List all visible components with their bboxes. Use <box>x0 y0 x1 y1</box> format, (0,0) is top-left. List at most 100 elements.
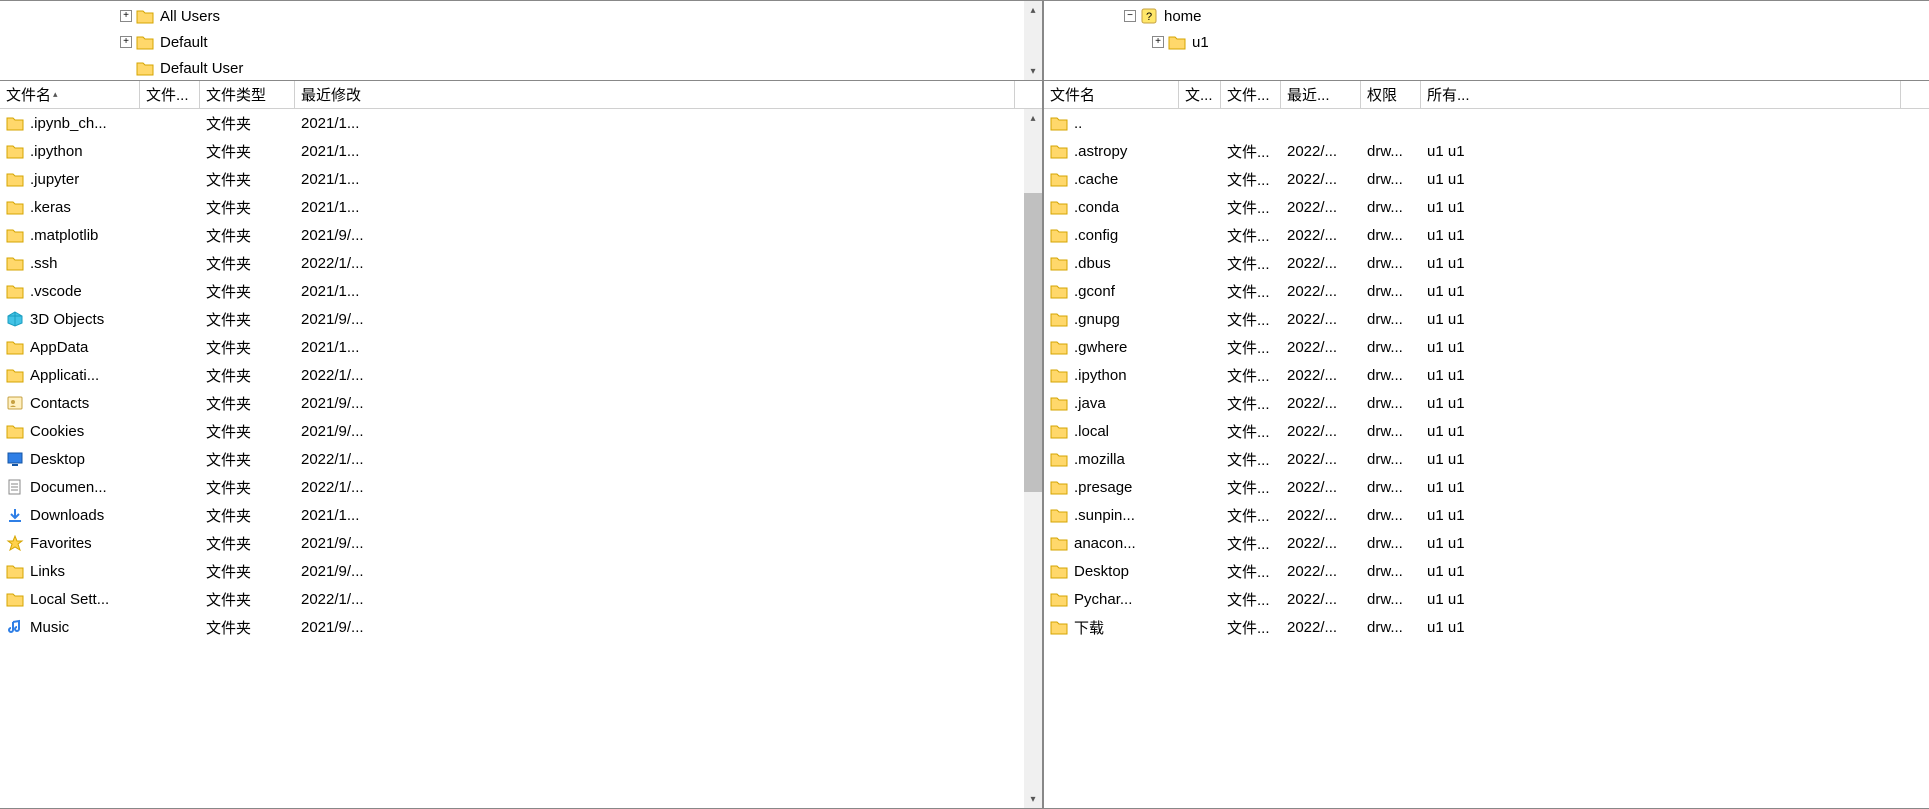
file-row[interactable]: Favorites文件夹2021/9/... <box>0 529 1042 557</box>
file-mtime: 2022/... <box>1281 199 1361 216</box>
file-row[interactable]: Cookies文件夹2021/9/... <box>0 417 1042 445</box>
file-row[interactable]: .astropy文件...2022/...drw...u1 u1 <box>1044 137 1929 165</box>
file-name: Links <box>30 563 65 580</box>
file-owner: u1 u1 <box>1421 171 1901 188</box>
collapse-icon[interactable]: − <box>1124 10 1136 22</box>
file-row[interactable]: .sunpin...文件...2022/...drw...u1 u1 <box>1044 501 1929 529</box>
column-header[interactable]: 最近修改 <box>295 81 1015 108</box>
tree-item[interactable]: −?home <box>1044 3 1929 29</box>
column-header[interactable]: 文件名 <box>1044 81 1179 108</box>
local-tree[interactable]: ▴ ▾ +All Users+DefaultDefault User <box>0 1 1042 81</box>
up-icon <box>1050 115 1068 131</box>
tree-item[interactable]: +u1 <box>1044 29 1929 55</box>
file-row[interactable]: .conda文件...2022/...drw...u1 u1 <box>1044 193 1929 221</box>
no-expander <box>120 62 132 74</box>
file-row[interactable]: .gnupg文件...2022/...drw...u1 u1 <box>1044 305 1929 333</box>
file-row[interactable]: Documen...文件夹2022/1/... <box>0 473 1042 501</box>
file-owner: u1 u1 <box>1421 143 1901 160</box>
column-header[interactable]: 文件名▴ <box>0 81 140 108</box>
file-row[interactable]: .gconf文件...2022/...drw...u1 u1 <box>1044 277 1929 305</box>
scroll-up-icon[interactable]: ▴ <box>1024 1 1042 19</box>
file-row[interactable]: .matplotlib文件夹2021/9/... <box>0 221 1042 249</box>
scroll-up-icon[interactable]: ▴ <box>1024 109 1042 127</box>
file-row[interactable]: Contacts文件夹2021/9/... <box>0 389 1042 417</box>
file-row[interactable]: .config文件...2022/...drw...u1 u1 <box>1044 221 1929 249</box>
file-row[interactable]: .keras文件夹2021/1... <box>0 193 1042 221</box>
file-row[interactable]: Desktop文件...2022/...drw...u1 u1 <box>1044 557 1929 585</box>
file-name: Favorites <box>30 535 92 552</box>
file-row[interactable]: AppData文件夹2021/1... <box>0 333 1042 361</box>
file-row[interactable]: .ipython文件夹2021/1... <box>0 137 1042 165</box>
file-row[interactable]: .mozilla文件...2022/...drw...u1 u1 <box>1044 445 1929 473</box>
column-header[interactable]: 最近... <box>1281 81 1361 108</box>
file-row[interactable]: .ipython文件...2022/...drw...u1 u1 <box>1044 361 1929 389</box>
folder-icon <box>6 227 24 243</box>
local-file-list[interactable]: .ipynb_ch...文件夹2021/1....ipython文件夹2021/… <box>0 109 1042 808</box>
folder-icon <box>1168 34 1186 50</box>
file-row[interactable]: Desktop文件夹2022/1/... <box>0 445 1042 473</box>
expand-icon[interactable]: + <box>120 10 132 22</box>
column-header[interactable]: 文件类型 <box>200 81 295 108</box>
column-header[interactable]: 文件... <box>1221 81 1281 108</box>
file-row[interactable]: Local Sett...文件夹2022/1/... <box>0 585 1042 613</box>
file-row[interactable]: Music文件夹2021/9/... <box>0 613 1042 641</box>
file-type: 文件... <box>1221 505 1281 526</box>
tree-item[interactable]: +Default <box>0 29 1042 55</box>
remote-file-list[interactable]: ...astropy文件...2022/...drw...u1 u1.cache… <box>1044 109 1929 808</box>
file-row[interactable]: .gwhere文件...2022/...drw...u1 u1 <box>1044 333 1929 361</box>
file-row[interactable]: .jupyter文件夹2021/1... <box>0 165 1042 193</box>
file-row[interactable]: Links文件夹2021/9/... <box>0 557 1042 585</box>
file-row[interactable]: .cache文件...2022/...drw...u1 u1 <box>1044 165 1929 193</box>
file-row[interactable]: .ipynb_ch...文件夹2021/1... <box>0 109 1042 137</box>
column-header-label: 文... <box>1185 84 1213 105</box>
file-row[interactable]: .dbus文件...2022/...drw...u1 u1 <box>1044 249 1929 277</box>
folder-icon <box>1050 535 1068 551</box>
file-row[interactable]: Applicati...文件夹2022/1/... <box>0 361 1042 389</box>
file-type: 文件夹 <box>200 337 295 358</box>
file-row[interactable]: .. <box>1044 109 1929 137</box>
file-type: 文件夹 <box>200 197 295 218</box>
file-row[interactable]: anacon...文件...2022/...drw...u1 u1 <box>1044 529 1929 557</box>
column-header-label: 文件... <box>1227 84 1270 105</box>
file-permissions: drw... <box>1361 423 1421 440</box>
file-permissions: drw... <box>1361 171 1421 188</box>
scroll-down-icon[interactable]: ▾ <box>1024 62 1042 80</box>
scroll-thumb[interactable] <box>1024 193 1042 491</box>
file-row[interactable]: .presage文件...2022/...drw...u1 u1 <box>1044 473 1929 501</box>
question-icon: ? <box>1140 8 1158 24</box>
scroll-down-icon[interactable]: ▾ <box>1024 790 1042 808</box>
folder-icon <box>1050 143 1068 159</box>
file-row[interactable]: .java文件...2022/...drw...u1 u1 <box>1044 389 1929 417</box>
folder-icon <box>6 199 24 215</box>
file-row[interactable]: .ssh文件夹2022/1/... <box>0 249 1042 277</box>
column-header[interactable]: 所有... <box>1421 81 1901 108</box>
remote-tree[interactable]: −?home+u1 <box>1044 1 1929 81</box>
file-permissions: drw... <box>1361 479 1421 496</box>
file-row[interactable]: 3D Objects文件夹2021/9/... <box>0 305 1042 333</box>
file-type: 文件夹 <box>200 505 295 526</box>
file-mtime: 2022/... <box>1281 171 1361 188</box>
file-mtime: 2021/1... <box>295 171 1015 188</box>
star-icon <box>6 535 24 551</box>
list-scrollbar[interactable]: ▴ ▾ <box>1024 109 1042 808</box>
expand-icon[interactable]: + <box>120 36 132 48</box>
file-name: .ipython <box>30 143 83 160</box>
file-name: .mozilla <box>1074 451 1125 468</box>
file-row[interactable]: 下载文件...2022/...drw...u1 u1 <box>1044 613 1929 641</box>
file-type: 文件... <box>1221 617 1281 638</box>
file-row[interactable]: .vscode文件夹2021/1... <box>0 277 1042 305</box>
tree-item[interactable]: +All Users <box>0 3 1042 29</box>
file-row[interactable]: .local文件...2022/...drw...u1 u1 <box>1044 417 1929 445</box>
tree-item[interactable]: Default User <box>0 55 1042 81</box>
folder-icon <box>1050 563 1068 579</box>
file-row[interactable]: Downloads文件夹2021/1... <box>0 501 1042 529</box>
column-header[interactable]: 文... <box>1179 81 1221 108</box>
tree-scrollbar[interactable]: ▴ ▾ <box>1024 1 1042 80</box>
column-header[interactable]: 权限 <box>1361 81 1421 108</box>
file-row[interactable]: Pychar...文件...2022/...drw...u1 u1 <box>1044 585 1929 613</box>
file-name: .dbus <box>1074 255 1111 272</box>
column-header[interactable]: 文件... <box>140 81 200 108</box>
file-permissions: drw... <box>1361 507 1421 524</box>
folder-icon <box>1050 227 1068 243</box>
expand-icon[interactable]: + <box>1152 36 1164 48</box>
